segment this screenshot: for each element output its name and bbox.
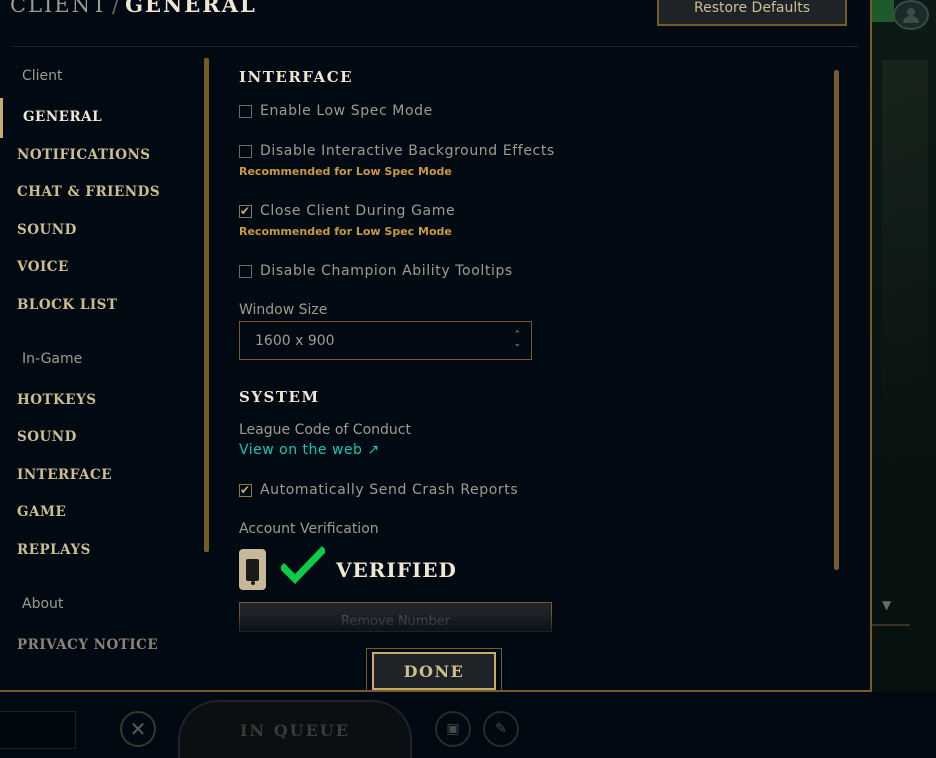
sidebar-item-ingame-sound[interactable]: SOUND (17, 429, 77, 445)
option-disable-background-effects[interactable]: Disable Interactive Background Effects (239, 143, 555, 159)
option-label: Close Client During Game (260, 203, 456, 219)
option-disable-ability-tooltips[interactable]: Disable Champion Ability Tooltips (239, 263, 513, 279)
option-label: Automatically Send Crash Reports (260, 482, 519, 498)
nav-group-in-game: In-Game (22, 351, 83, 367)
page-title: CLIENT / GENERAL (10, 0, 257, 17)
sidebar-item-block-list[interactable]: BLOCK LIST (17, 297, 117, 313)
close-icon[interactable]: ✕ (120, 711, 156, 747)
sidebar-scrollbar[interactable] (204, 58, 209, 552)
background-divider (872, 624, 910, 626)
option-label: Disable Interactive Background Effects (260, 143, 555, 159)
background-square-icon[interactable]: ▣ (435, 711, 471, 747)
window-size-label: Window Size (239, 302, 328, 318)
done-button[interactable]: DONE (372, 652, 496, 690)
system-heading: SYSTEM (239, 388, 320, 406)
nav-group-about: About (22, 596, 64, 612)
option-send-crash-reports[interactable]: ✔ Automatically Send Crash Reports (239, 482, 518, 498)
checkmark-icon: ✔ (240, 203, 251, 218)
verified-status: VERIFIED (336, 558, 457, 582)
background-dropdown-arrow-icon: ▼ (882, 598, 892, 612)
checkbox[interactable] (239, 264, 252, 278)
option-close-client-during-game[interactable]: ✔ Close Client During Game (239, 203, 455, 219)
option-label: Disable Champion Ability Tooltips (260, 263, 513, 279)
checkbox[interactable] (239, 104, 252, 118)
verified-checkmark-icon (281, 546, 325, 584)
sidebar-item-notifications[interactable]: NOTIFICATIONS (17, 147, 151, 163)
in-queue-button[interactable]: IN QUEUE (178, 700, 412, 758)
sidebar-item-chat-friends[interactable]: CHAT & FRIENDS (17, 184, 160, 200)
phone-icon (239, 549, 266, 590)
select-arrows-icon: ⌃ ⌄ (513, 330, 521, 349)
sidebar-item-privacy-notice[interactable]: PRIVACY NOTICE (17, 637, 158, 653)
sidebar-item-hotkeys[interactable]: HOTKEYS (17, 392, 96, 408)
scroll-fade (210, 612, 850, 640)
header-divider (12, 46, 858, 47)
checkmark-icon: ✔ (240, 482, 251, 497)
avatar-icon[interactable] (893, 0, 929, 30)
breadcrumb-separator: / (112, 0, 122, 17)
window-size-value: 1600 x 900 (255, 332, 335, 349)
checkbox[interactable] (239, 144, 252, 158)
sidebar-item-voice[interactable]: VOICE (17, 259, 69, 275)
interface-heading: INTERFACE (239, 68, 354, 86)
sidebar-item-game[interactable]: GAME (17, 504, 66, 520)
recommendation-note: Recommended for Low Spec Mode (239, 225, 452, 238)
option-low-spec-mode[interactable]: Enable Low Spec Mode (239, 103, 433, 119)
sidebar-item-sound[interactable]: SOUND (17, 222, 77, 238)
nav-group-client: Client (22, 68, 63, 84)
sidebar-item-interface[interactable]: INTERFACE (17, 467, 112, 483)
active-indicator (0, 98, 3, 138)
restore-defaults-button[interactable]: Restore Defaults (657, 0, 847, 26)
account-verification-label: Account Verification (239, 521, 379, 537)
option-label: Enable Low Spec Mode (260, 103, 433, 119)
checkbox-checked[interactable]: ✔ (239, 482, 252, 497)
background-client-panel (872, 0, 936, 758)
background-edit-icon[interactable]: ✎ (483, 711, 519, 747)
background-accent (872, 0, 894, 22)
breadcrumb-section: CLIENT (10, 0, 109, 17)
sidebar-item-general[interactable]: GENERAL (23, 109, 102, 125)
window-size-select[interactable]: 1600 x 900 ⌃ ⌄ (239, 321, 532, 360)
code-of-conduct-label: League Code of Conduct (239, 422, 411, 438)
content-scrollbar[interactable] (834, 70, 839, 570)
done-button-frame: DONE (366, 648, 502, 692)
code-of-conduct-link[interactable]: View on the web ↗ (239, 442, 380, 458)
background-field (0, 711, 76, 749)
breadcrumb-current: GENERAL (125, 0, 257, 17)
checkbox-checked[interactable]: ✔ (239, 203, 252, 218)
sidebar-item-replays[interactable]: REPLAYS (17, 542, 91, 558)
recommendation-note: Recommended for Low Spec Mode (239, 165, 452, 178)
